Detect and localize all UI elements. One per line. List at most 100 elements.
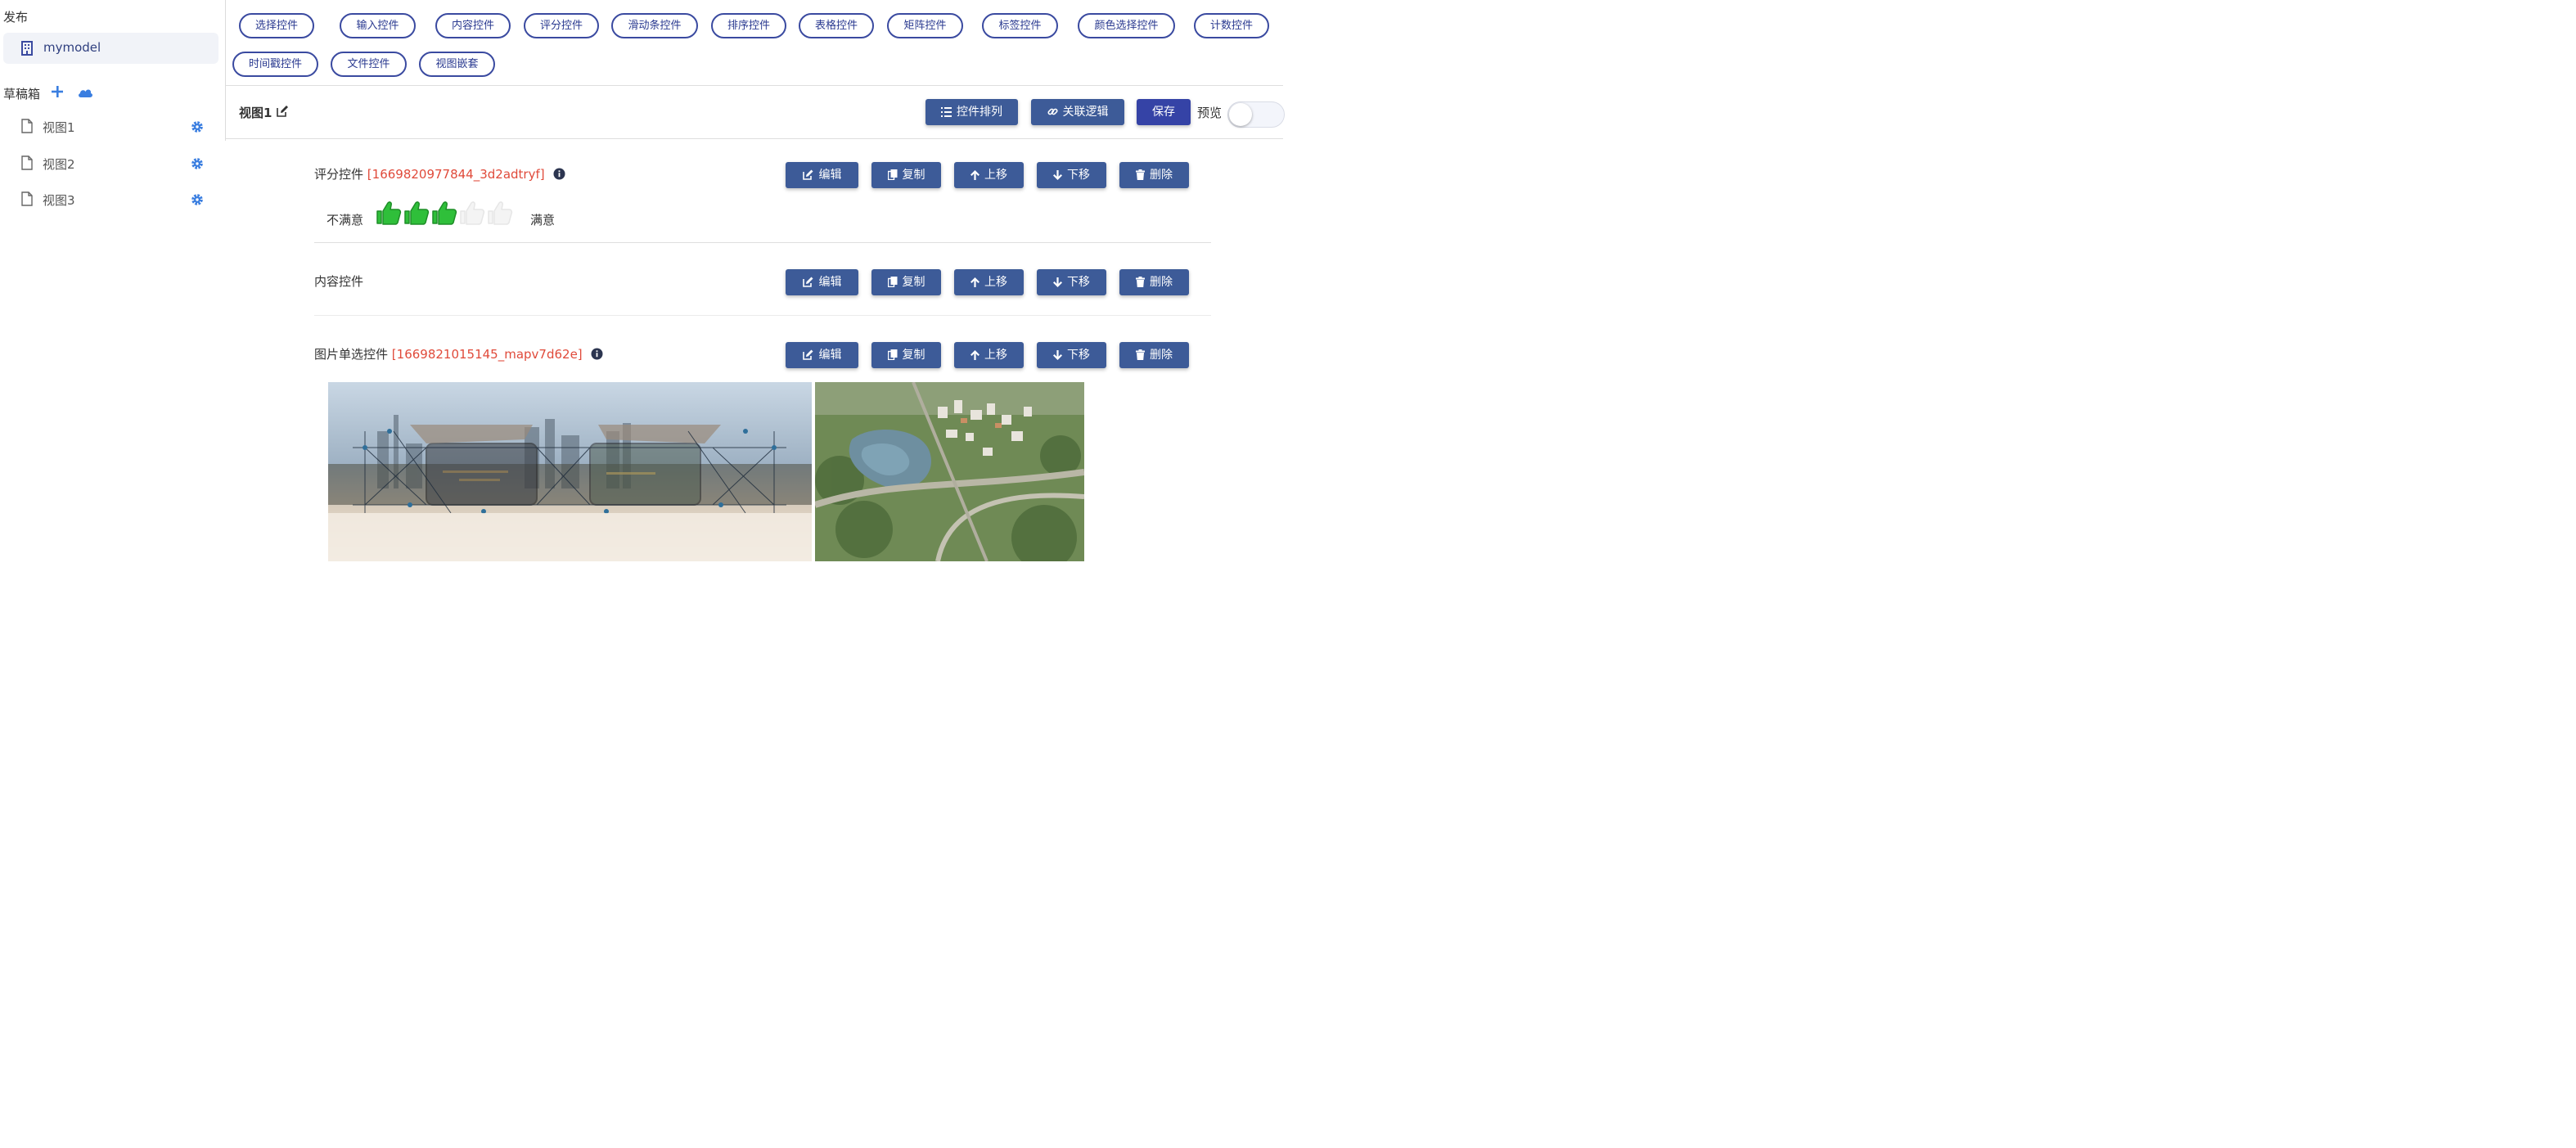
move-down-button[interactable]: 下移 (1037, 162, 1106, 188)
gear-icon[interactable] (191, 157, 204, 173)
arrange-controls-button[interactable]: 控件排列 (925, 99, 1018, 125)
arrow-up-icon (971, 350, 980, 360)
chip-input-control[interactable]: 输入控件 (340, 13, 416, 38)
delete-button[interactable]: 删除 (1119, 342, 1189, 368)
link-logic-button[interactable]: 关联逻辑 (1031, 99, 1124, 125)
edit-icon (802, 169, 813, 180)
sidebar-item-mymodel[interactable]: mymodel (3, 33, 218, 64)
list-icon (941, 107, 952, 117)
copy-label: 复制 (902, 169, 925, 182)
model-name: mymodel (43, 40, 101, 55)
logic-label: 关联逻辑 (1062, 106, 1109, 119)
trash-icon (1136, 349, 1145, 360)
gear-icon[interactable] (191, 193, 204, 209)
thumb-up-icon-active[interactable] (403, 200, 430, 230)
control-name: 内容控件 (314, 274, 364, 289)
chip-file-control[interactable]: 文件控件 (331, 52, 407, 77)
view-label: 视图1 (43, 120, 75, 135)
cloud-icon[interactable] (77, 86, 93, 101)
thumb-up-icon-active[interactable] (376, 200, 402, 230)
copy-icon (887, 349, 897, 361)
thumb-up-icon-inactive[interactable] (487, 200, 513, 230)
chip-rating-control[interactable]: 评分控件 (524, 13, 599, 38)
control-palette: 选择控件 输入控件 内容控件 评分控件 滑动条控件 排序控件 表格控件 矩阵控件… (226, 0, 1283, 85)
drafts-section-title: 草稿箱 (3, 87, 41, 101)
rating-control-title: 评分控件 [1669820977844_3d2adtryf] (314, 165, 565, 183)
edit-title-icon[interactable] (277, 105, 289, 120)
copy-icon (887, 277, 897, 288)
chip-slider-control[interactable]: 滑动条控件 (611, 13, 698, 38)
info-icon[interactable] (591, 348, 603, 363)
view-label: 视图3 (43, 193, 75, 208)
move-up-button[interactable]: 上移 (954, 342, 1024, 368)
arrow-down-icon (1053, 277, 1062, 287)
move-up-button[interactable]: 上移 (954, 269, 1024, 295)
image-option-city-phones[interactable] (328, 382, 812, 561)
copy-button[interactable]: 复制 (871, 269, 941, 295)
delete-label: 删除 (1150, 169, 1173, 182)
up-label: 上移 (984, 169, 1007, 182)
image-option-aerial-park[interactable] (815, 382, 1084, 561)
trash-icon (1136, 277, 1145, 287)
rating-right-label: 满意 (530, 213, 556, 227)
image-choice-control-title: 图片单选控件 [1669821015145_mapv7d62e] (314, 345, 603, 363)
chip-color-picker-control[interactable]: 颜色选择控件 (1078, 13, 1175, 38)
chip-view-nest-control[interactable]: 视图嵌套 (419, 52, 495, 77)
content-control-title: 内容控件 (314, 272, 363, 290)
copy-button[interactable]: 复制 (871, 162, 941, 188)
arrow-up-icon (971, 277, 980, 287)
toggle-knob (1229, 103, 1252, 126)
preview-toggle[interactable] (1227, 101, 1285, 128)
move-down-button[interactable]: 下移 (1037, 342, 1106, 368)
edit-button[interactable]: 编辑 (786, 162, 858, 188)
move-up-button[interactable]: 上移 (954, 162, 1024, 188)
trash-icon (1136, 169, 1145, 180)
control-divider (314, 315, 1211, 316)
publish-section-title: 发布 (3, 10, 29, 25)
chip-timestamp-control[interactable]: 时间戳控件 (232, 52, 318, 77)
move-down-button[interactable]: 下移 (1037, 269, 1106, 295)
down-label: 下移 (1067, 349, 1090, 362)
thumb-up-icon-inactive[interactable] (459, 200, 485, 230)
view-title: 视图1 (239, 104, 288, 121)
file-icon (21, 119, 33, 137)
edit-icon (802, 277, 813, 287)
chip-tag-control[interactable]: 标签控件 (982, 13, 1058, 38)
gear-icon[interactable] (191, 120, 204, 137)
sidebar-item-view3[interactable]: 视图3 (0, 188, 213, 213)
chip-sort-control[interactable]: 排序控件 (711, 13, 786, 38)
chip-matrix-control[interactable]: 矩阵控件 (887, 13, 963, 38)
view-title-text: 视图1 (239, 106, 272, 120)
copy-icon (887, 169, 897, 181)
file-icon (21, 191, 33, 209)
control-name: 评分控件 (314, 167, 364, 182)
arrow-down-icon (1053, 350, 1062, 360)
copy-button[interactable]: 复制 (871, 342, 941, 368)
chip-counter-control[interactable]: 计数控件 (1194, 13, 1269, 38)
sidebar-item-view2[interactable]: 视图2 (0, 152, 213, 177)
add-icon[interactable] (51, 85, 64, 101)
view-label: 视图2 (43, 157, 75, 172)
edit-button[interactable]: 编辑 (786, 269, 858, 295)
edit-icon (802, 349, 813, 360)
edit-label: 编辑 (818, 349, 842, 362)
chip-table-control[interactable]: 表格控件 (799, 13, 874, 38)
chip-content-control[interactable]: 内容控件 (435, 13, 511, 38)
toolbar-divider (226, 138, 1283, 139)
delete-button[interactable]: 删除 (1119, 162, 1189, 188)
delete-label: 删除 (1150, 349, 1173, 362)
chip-select-control[interactable]: 选择控件 (239, 13, 314, 38)
save-button[interactable]: 保存 (1137, 99, 1191, 125)
sidebar-item-view1[interactable]: 视图1 (0, 115, 213, 140)
info-icon[interactable] (553, 168, 565, 183)
up-label: 上移 (984, 276, 1007, 289)
edit-button[interactable]: 编辑 (786, 342, 858, 368)
delete-button[interactable]: 删除 (1119, 269, 1189, 295)
control-divider (314, 242, 1211, 243)
thumb-up-icon-active[interactable] (431, 200, 457, 230)
sidebar: 发布 mymodel 草稿箱 视图1 视图2 视图3 (0, 0, 226, 572)
building-icon (21, 41, 33, 59)
control-id: [1669820977844_3d2adtryf] (367, 167, 545, 182)
arrow-down-icon (1053, 170, 1062, 180)
copy-label: 复制 (902, 276, 925, 289)
